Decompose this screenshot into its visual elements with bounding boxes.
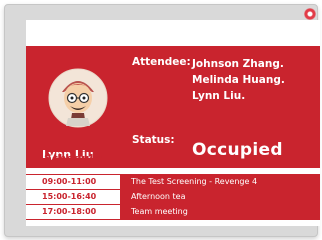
attendee-label: Attendee: [132,56,191,68]
attendee-item: Lynn Liu. [192,90,246,102]
schedule-event: Team meeting [121,205,320,219]
room-info-panel: Lynn Liu Attendee: Johnson Zhang. Melind… [26,46,320,168]
status-value: Occupied [192,140,283,160]
status-dot-icon [304,8,316,20]
attendee-item: Johnson Zhang. [192,58,284,70]
schedule-event: Afternoon tea [121,190,320,204]
attendee-list: Johnson Zhang. Melinda Huang. Lynn Liu. [192,56,285,104]
schedule-divider [26,219,320,220]
status-label: Status: [132,134,175,146]
schedule-event: The Test Screening - Revenge 4 [131,177,258,186]
schedule-row[interactable]: 15:00-16:40 Afternoon tea [26,190,320,204]
schedule-time: 15:00-16:40 [26,190,121,204]
schedule-time: 09:00-11:00 [26,175,121,189]
attendee-item: Melinda Huang. [192,74,285,86]
schedule-row[interactable]: 17:00-18:00 Team meeting [26,205,320,219]
schedule-row[interactable]: 09:00-11:00 The Test Screening - Revenge… [26,175,320,189]
schedule-time: 17:00-18:00 [26,205,121,219]
schedule-title: Schedule: [44,152,106,165]
meeting-room-screen: Lynn Liu Attendee: Johnson Zhang. Melind… [26,20,320,226]
avatar-icon [48,68,108,128]
top-bar [26,20,320,46]
